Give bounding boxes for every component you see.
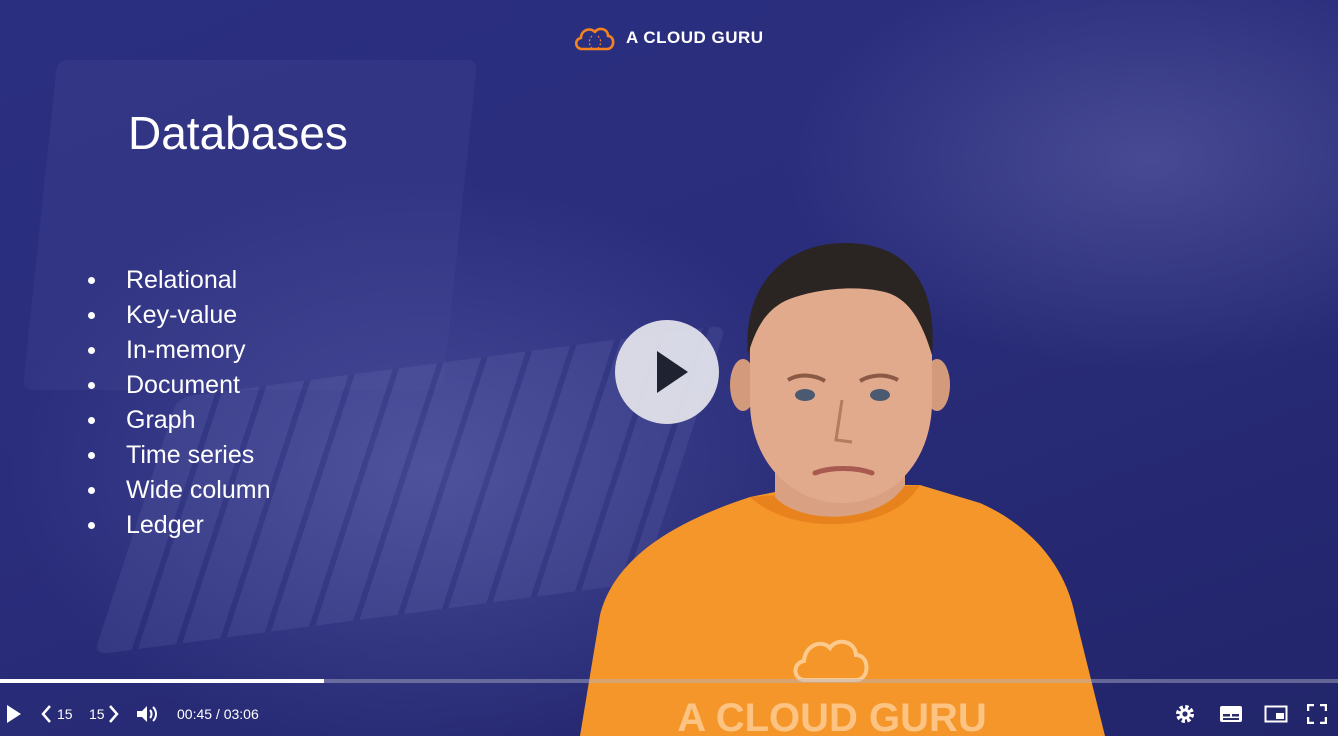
list-item: Time series [88,438,271,473]
control-bar: 15 15 00:45 / 03:06 [0,692,1338,736]
bullet-dot [88,277,95,284]
skip-back-label: 15 [57,706,73,722]
list-item-label: Relational [126,266,238,294]
skip-forward-label: 15 [89,706,105,722]
progress-fill [0,679,324,683]
skip-forward-button[interactable]: 15 [88,692,124,736]
list-item: Relational [88,263,271,298]
skip-forward-icon [109,705,119,723]
picture-in-picture-button[interactable] [1264,705,1288,726]
big-play-button[interactable] [615,320,719,424]
volume-icon [137,706,157,722]
list-item-label: In-memory [126,336,246,364]
slide-title: Databases [128,107,348,159]
captions-button[interactable] [1219,705,1243,726]
list-item: Graph [88,403,271,438]
list-item: Key-value [88,298,271,333]
play-button[interactable] [5,704,23,727]
bullet-dot [88,522,95,529]
list-item: In-memory [88,333,271,368]
play-icon [7,705,21,723]
bullet-dot [88,347,95,354]
list-item-label: Document [126,371,240,399]
list-item-label: Key-value [126,301,238,329]
time-display: 00:45 / 03:06 [177,692,259,736]
list-item-label: Wide column [126,476,271,504]
captions-icon [1220,706,1242,722]
fullscreen-icon [1306,703,1328,725]
settings-button[interactable] [1174,703,1196,728]
list-item: Ledger [88,508,271,543]
bullet-dot [88,312,95,319]
duration: 03:06 [223,706,259,722]
skip-back-button[interactable]: 15 [40,692,76,736]
bullet-dot [88,487,95,494]
list-item-label: Time series [126,441,255,469]
bullet-dot [88,382,95,389]
bullet-dot [88,417,95,424]
fullscreen-button[interactable] [1306,703,1328,727]
progress-bar[interactable] [0,679,1338,683]
current-time: 00:45 [177,706,213,722]
volume-button[interactable] [136,704,160,727]
settings-icon [1176,705,1194,723]
picture-in-picture-icon [1264,705,1288,723]
brand-logo: A CLOUD GURU [572,24,764,52]
skip-back-icon [41,705,51,723]
big-play-icon [657,351,688,393]
list-item: Wide column [88,473,271,508]
brand-name: A CLOUD GURU [626,28,764,47]
list-item: Document [88,368,271,403]
list-item-label: Ledger [126,511,204,539]
presenter-figure: A CLOUD GURU [580,243,1105,736]
list-item-label: Graph [126,406,196,434]
bullet-dot [88,452,95,459]
video-player[interactable]: A CLOUD GURU Databases Relational Key-va… [0,0,1338,736]
time-separator: / [212,706,224,722]
cloud-logo-icon [574,27,615,51]
bullet-list: Relational Key-value In-memory Document … [88,263,271,543]
